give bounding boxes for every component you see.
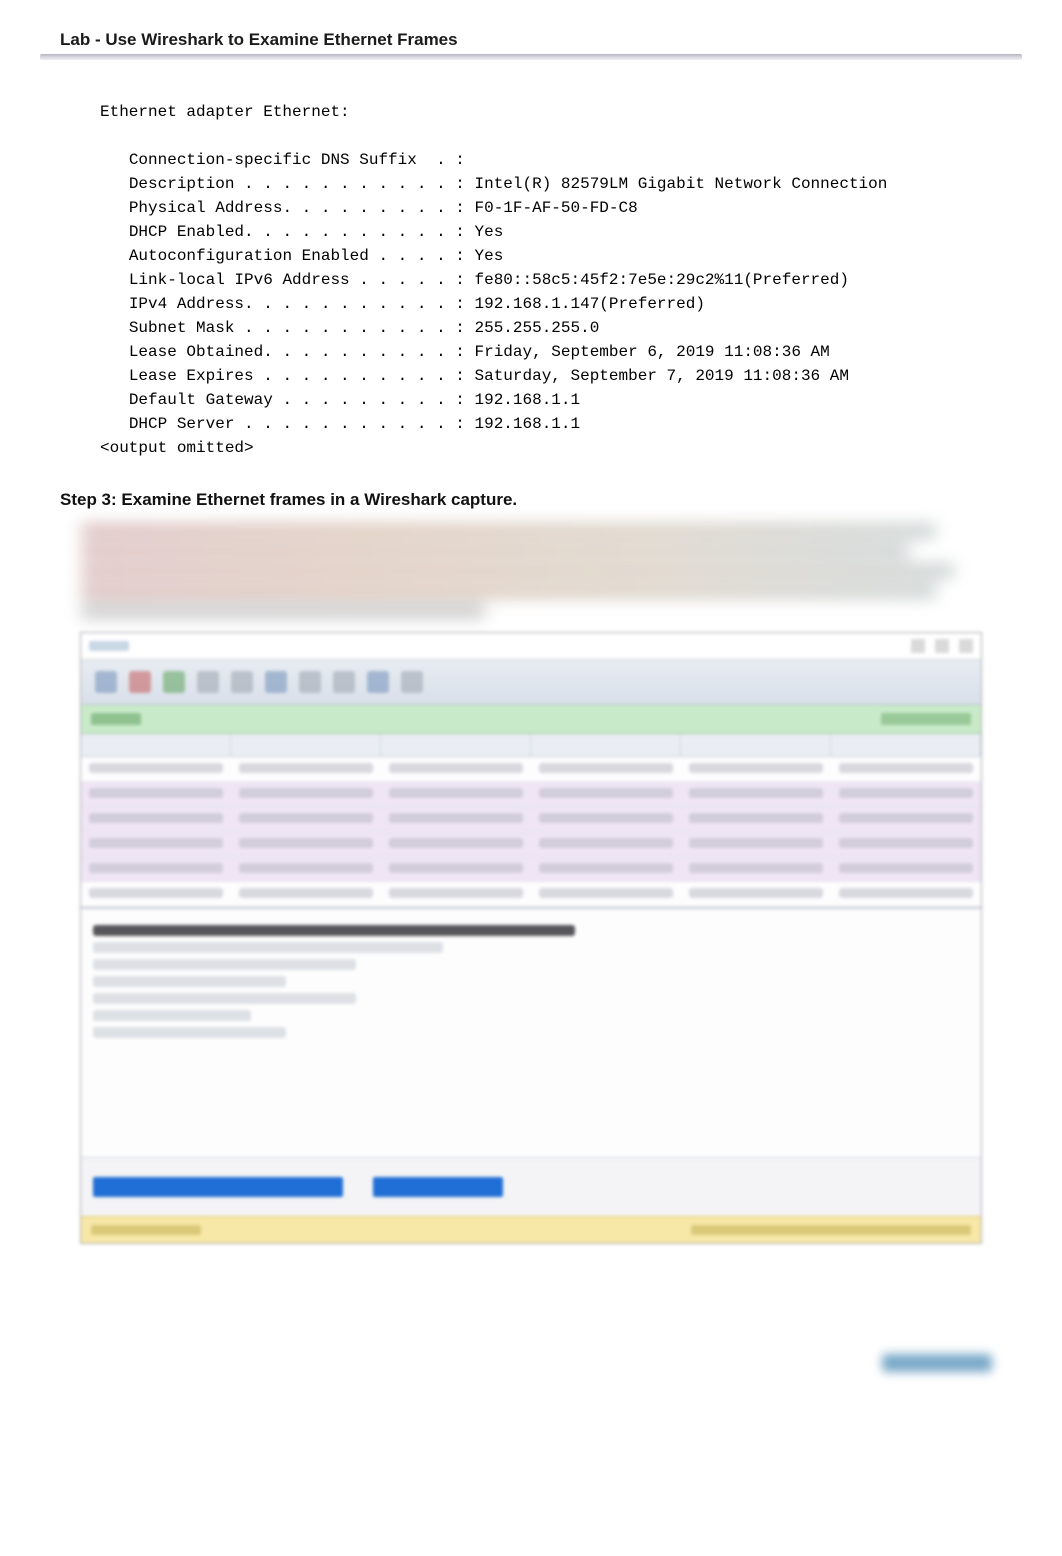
term-line-7-label: Subnet Mask . . . . . . . . . . . :	[129, 319, 465, 337]
terminal-output: Ethernet adapter Ethernet: Connection-sp…	[100, 100, 1022, 460]
toolbar-icon[interactable]	[231, 671, 253, 693]
window-title-text	[89, 641, 129, 651]
status-left	[91, 1225, 201, 1235]
blurred-paragraph	[80, 524, 982, 618]
term-line-1-label: Description . . . . . . . . . . . :	[129, 175, 465, 193]
packet-list-header	[81, 734, 981, 757]
term-line-2-value: F0-1F-AF-50-FD-C8	[474, 199, 637, 217]
toolbar-icon[interactable]	[299, 671, 321, 693]
status-right	[691, 1225, 971, 1235]
page-header: Lab - Use Wireshark to Examine Ethernet …	[40, 30, 1022, 60]
footer-blurred	[40, 1354, 1022, 1372]
packet-row[interactable]	[81, 882, 981, 907]
toolbar-icon[interactable]	[367, 671, 389, 693]
filter-text	[91, 713, 141, 725]
packet-row[interactable]	[81, 857, 981, 882]
term-line-4-value: Yes	[474, 247, 503, 265]
window-titlebar	[81, 633, 981, 660]
toolbar	[81, 660, 981, 705]
term-line-3-label: DHCP Enabled. . . . . . . . . . . :	[129, 223, 465, 241]
terminal-section-title: Ethernet adapter Ethernet:	[100, 103, 350, 121]
term-line-7-value: 255.255.255.0	[474, 319, 599, 337]
packet-details-pane[interactable]	[81, 907, 981, 1157]
packet-row[interactable]	[81, 757, 981, 782]
term-line-6-label: IPv4 Address. . . . . . . . . . . :	[129, 295, 465, 313]
hex-selection	[93, 1177, 343, 1197]
term-line-0-label: Connection-specific DNS Suffix . :	[129, 151, 465, 169]
toolbar-icon[interactable]	[197, 671, 219, 693]
packet-list[interactable]	[81, 757, 981, 907]
terminal-omitted: <output omitted>	[100, 439, 254, 457]
filter-expression-button[interactable]	[881, 713, 971, 725]
maximize-icon[interactable]	[935, 639, 949, 653]
hex-selection	[373, 1177, 503, 1197]
term-line-6-value: 192.168.1.147(Preferred)	[474, 295, 704, 313]
toolbar-icon[interactable]	[129, 671, 151, 693]
header-divider	[40, 54, 1022, 60]
term-line-10-label: Default Gateway . . . . . . . . . :	[129, 391, 465, 409]
term-line-1-value: Intel(R) 82579LM Gigabit Network Connect…	[474, 175, 887, 193]
minimize-icon[interactable]	[911, 639, 925, 653]
packet-row[interactable]	[81, 832, 981, 857]
close-icon[interactable]	[959, 639, 973, 653]
term-line-5-label: Link-local IPv6 Address . . . . . :	[129, 271, 465, 289]
term-line-4-label: Autoconfiguration Enabled . . . . :	[129, 247, 465, 265]
term-line-11-label: DHCP Server . . . . . . . . . . . :	[129, 415, 465, 433]
toolbar-icon[interactable]	[265, 671, 287, 693]
term-line-9-value: Saturday, September 7, 2019 11:08:36 AM	[474, 367, 848, 385]
page-title: Lab - Use Wireshark to Examine Ethernet …	[40, 30, 1022, 50]
packet-row[interactable]	[81, 807, 981, 832]
wireshark-window	[80, 632, 982, 1244]
term-line-3-value: Yes	[474, 223, 503, 241]
step-heading: Step 3: Examine Ethernet frames in a Wir…	[60, 490, 1022, 510]
term-line-8-value: Friday, September 6, 2019 11:08:36 AM	[474, 343, 829, 361]
blurred-content-region	[80, 524, 982, 1244]
status-bar	[81, 1216, 981, 1243]
term-line-2-label: Physical Address. . . . . . . . . :	[129, 199, 465, 217]
toolbar-icon[interactable]	[401, 671, 423, 693]
term-line-11-value: 192.168.1.1	[474, 415, 580, 433]
term-line-9-label: Lease Expires . . . . . . . . . . :	[129, 367, 465, 385]
toolbar-icon[interactable]	[163, 671, 185, 693]
toolbar-icon[interactable]	[333, 671, 355, 693]
packet-bytes-pane[interactable]	[81, 1157, 981, 1216]
packet-row[interactable]	[81, 782, 981, 807]
term-line-5-value: fe80::58c5:45f2:7e5e:29c2%11(Preferred)	[474, 271, 848, 289]
term-line-10-value: 192.168.1.1	[474, 391, 580, 409]
term-line-8-label: Lease Obtained. . . . . . . . . . :	[129, 343, 465, 361]
display-filter-bar[interactable]	[81, 705, 981, 734]
toolbar-icon[interactable]	[95, 671, 117, 693]
